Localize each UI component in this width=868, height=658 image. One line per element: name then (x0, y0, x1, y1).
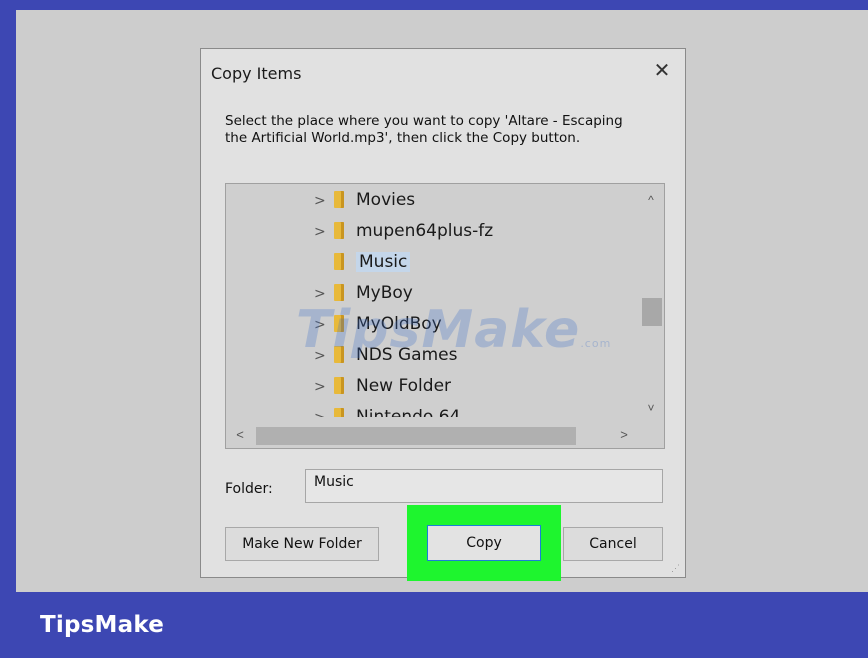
horizontal-scroll-thumb[interactable] (256, 427, 576, 445)
instructions-text: Select the place where you want to copy … (225, 113, 623, 146)
chevron-right-icon[interactable]: > (314, 218, 334, 246)
vertical-scrollbar[interactable]: ^ ˅ (640, 186, 662, 426)
watermark: TipsMake.com (296, 300, 611, 360)
resize-grip-icon[interactable]: ⋰ (671, 563, 681, 573)
scroll-down-icon[interactable]: ˅ (640, 400, 662, 416)
tree-item-label: Movies (356, 190, 416, 210)
make-new-folder-button[interactable]: Make New Folder (225, 527, 379, 561)
tree-item-music[interactable]: Music (334, 248, 411, 276)
folder-icon (334, 377, 344, 394)
folder-icon (334, 253, 344, 270)
watermark-text: TipsMake (296, 300, 581, 360)
tree-item-label-selected: Music (356, 252, 411, 272)
dialog-titlebar[interactable]: Copy Items ✕ (201, 49, 685, 97)
chevron-right-icon[interactable]: > (314, 373, 334, 401)
folder-label: Folder: (225, 481, 273, 497)
tree-item-label: Nintendo 64 (356, 407, 461, 417)
dialog-title: Copy Items (211, 64, 302, 83)
tree-item-label: New Folder (356, 376, 452, 396)
folder-input[interactable]: Music (305, 469, 663, 503)
tree-item-movies[interactable]: > Movies (314, 186, 415, 214)
horizontal-scrollbar[interactable]: < > (228, 424, 638, 446)
tree-item-mupen64plus-fz[interactable]: > mupen64plus-fz (314, 217, 493, 245)
watermark-suffix: .com (580, 337, 612, 350)
folder-icon (334, 222, 344, 239)
chevron-right-icon[interactable]: > (314, 187, 334, 215)
copy-button-highlight: Copy (407, 505, 561, 581)
tree-item-nintendo-64[interactable]: > Nintendo 64 (314, 403, 460, 417)
scroll-left-icon[interactable]: < (230, 424, 250, 446)
folder-icon (334, 191, 344, 208)
scroll-up-icon[interactable]: ^ (640, 192, 662, 208)
vertical-scroll-thumb[interactable] (642, 298, 662, 326)
brand-label: TipsMake (40, 612, 165, 638)
close-icon[interactable]: ✕ (651, 59, 673, 81)
cancel-button[interactable]: Cancel (563, 527, 663, 561)
chevron-right-icon[interactable]: > (314, 404, 334, 417)
scroll-right-icon[interactable]: > (614, 424, 634, 446)
folder-icon (334, 408, 344, 417)
tree-item-label: mupen64plus-fz (356, 221, 494, 241)
copy-button[interactable]: Copy (427, 525, 541, 561)
tree-item-new-folder[interactable]: > New Folder (314, 372, 451, 400)
folder-icon (334, 284, 344, 301)
